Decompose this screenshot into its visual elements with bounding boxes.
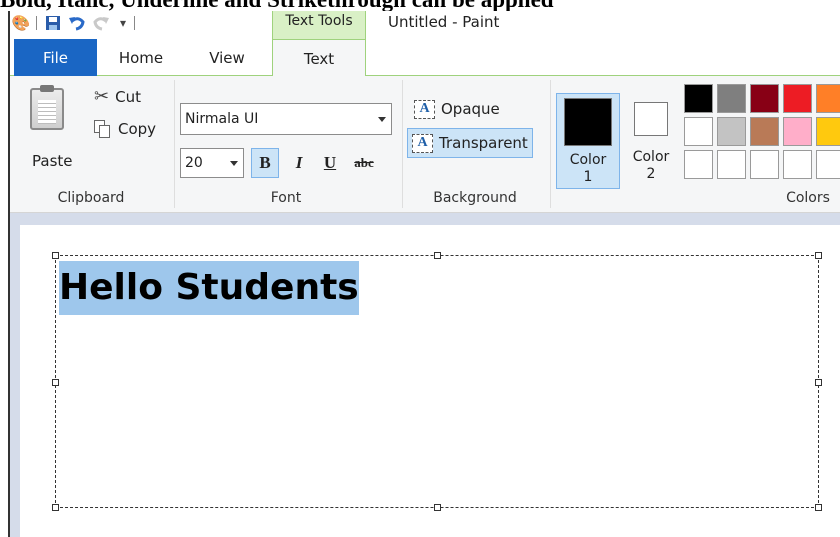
redo-icon[interactable] xyxy=(92,14,110,32)
copy-button[interactable]: Copy xyxy=(94,120,156,138)
font-size-dropdown[interactable]: 20 xyxy=(180,148,244,178)
color2-label: Color xyxy=(632,149,670,165)
tab-view[interactable]: View xyxy=(194,39,260,76)
palette-color-swatch[interactable] xyxy=(750,117,779,146)
ribbon: Paste ✂ Cut Copy Clipboard Nirmala UI 20… xyxy=(10,76,840,213)
font-family-value: Nirmala UI xyxy=(185,111,259,127)
qat-separator xyxy=(134,16,135,30)
palette-color-swatch[interactable] xyxy=(717,150,746,179)
copy-icon xyxy=(94,120,110,138)
scissors-icon: ✂ xyxy=(94,86,110,107)
canvas-workspace: Hello Students xyxy=(10,213,840,537)
resize-handle-top-right[interactable] xyxy=(815,252,822,259)
page-caption: Bold, Italic, Underline and Strikethroug… xyxy=(0,0,840,11)
palette-color-swatch[interactable] xyxy=(750,150,779,179)
window-title: Untitled - Paint xyxy=(388,13,500,31)
colors-group-label: Colors xyxy=(786,190,830,206)
transparent-button[interactable]: A Transparent xyxy=(407,128,533,158)
transparent-icon: A xyxy=(412,133,433,153)
chevron-down-icon xyxy=(378,117,386,122)
tab-home[interactable]: Home xyxy=(108,39,174,76)
ribbon-tab-strip: File Home View Text xyxy=(10,39,840,77)
customize-qat-icon[interactable]: ▾ xyxy=(114,14,132,32)
resize-handle-bottom[interactable] xyxy=(434,504,441,511)
palette-color-swatch[interactable] xyxy=(783,84,812,113)
opaque-button[interactable]: A Opaque xyxy=(410,96,504,122)
transparent-label: Transparent xyxy=(439,134,528,152)
opaque-label: Opaque xyxy=(441,100,500,118)
cut-label: Cut xyxy=(115,87,141,106)
resize-handle-top-left[interactable] xyxy=(52,252,59,259)
palette-color-swatch[interactable] xyxy=(783,150,812,179)
palette-color-swatch[interactable] xyxy=(783,117,812,146)
font-group-label: Font xyxy=(270,190,302,206)
strikethrough-button[interactable]: abc xyxy=(347,148,381,178)
drawing-canvas[interactable]: Hello Students xyxy=(20,225,840,537)
palette-color-swatch[interactable] xyxy=(684,150,713,179)
palette-color-swatch[interactable] xyxy=(684,117,713,146)
palette-color-swatch[interactable] xyxy=(816,117,840,146)
color1-swatch xyxy=(564,98,612,146)
background-group-label: Background xyxy=(433,190,517,206)
color1-number: 1 xyxy=(583,169,593,185)
italic-button[interactable]: I xyxy=(285,148,313,178)
color2-swatch xyxy=(634,102,668,136)
chevron-down-icon xyxy=(230,161,238,166)
font-family-dropdown[interactable]: Nirmala UI xyxy=(180,103,392,135)
paint-palette-icon[interactable]: 🎨 xyxy=(12,14,31,32)
color1-label: Color xyxy=(569,152,607,168)
palette-color-swatch[interactable] xyxy=(684,84,713,113)
title-bar: 🎨 ▾ Text Tools Untitled - Paint xyxy=(10,11,840,39)
color1-button[interactable]: Color 1 xyxy=(556,93,620,189)
group-divider xyxy=(550,80,551,208)
selected-text[interactable]: Hello Students xyxy=(59,261,359,315)
font-size-value: 20 xyxy=(185,155,203,171)
tab-file[interactable]: File xyxy=(14,39,97,76)
palette-color-swatch[interactable] xyxy=(816,150,840,179)
palette-color-swatch[interactable] xyxy=(717,117,746,146)
palette-color-swatch[interactable] xyxy=(816,84,840,113)
resize-handle-right[interactable] xyxy=(815,379,822,386)
paste-button[interactable]: Paste xyxy=(32,152,73,170)
bold-button[interactable]: B xyxy=(251,148,279,178)
resize-handle-bottom-left[interactable] xyxy=(52,504,59,511)
color2-number: 2 xyxy=(646,166,656,182)
resize-handle-bottom-right[interactable] xyxy=(815,504,822,511)
paint-window: 🎨 ▾ Text Tools Untitled - Paint File Hom… xyxy=(8,11,840,537)
opaque-icon: A xyxy=(414,99,435,119)
copy-label: Copy xyxy=(118,120,157,138)
resize-handle-left[interactable] xyxy=(52,379,59,386)
palette-color-swatch[interactable] xyxy=(717,84,746,113)
cut-button[interactable]: ✂ Cut xyxy=(94,86,141,107)
underline-button[interactable]: U xyxy=(316,148,344,178)
tab-text[interactable]: Text xyxy=(272,39,366,77)
text-box[interactable]: Hello Students xyxy=(52,252,822,511)
color2-button[interactable]: Color 2 xyxy=(626,93,676,189)
qat-separator xyxy=(36,16,37,30)
group-divider xyxy=(174,80,175,208)
clipboard-group-label: Clipboard xyxy=(57,190,125,206)
group-divider xyxy=(402,80,403,208)
save-icon[interactable] xyxy=(44,14,62,32)
resize-handle-top[interactable] xyxy=(434,252,441,259)
undo-icon[interactable] xyxy=(68,14,86,32)
clipboard-icon[interactable] xyxy=(30,85,64,130)
text-tools-context-header: Text Tools xyxy=(272,11,366,39)
palette-color-swatch[interactable] xyxy=(750,84,779,113)
